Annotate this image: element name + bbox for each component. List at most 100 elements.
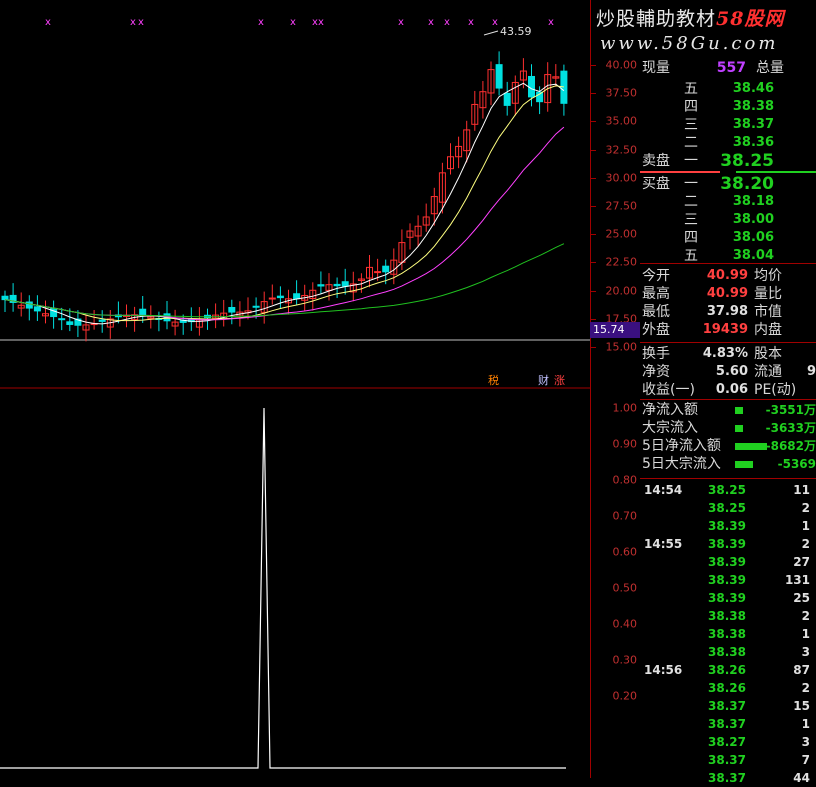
candle-body [1,295,9,301]
indicator-tick-label: 0.80 [612,473,638,487]
bid-price: 38.20 [720,174,774,194]
candle-body [98,319,106,322]
signal-marker: x [398,17,404,28]
candle-body [374,271,382,274]
stat-label: 最低 [642,304,670,320]
ask-row: 卖盘一 38.25 [640,152,816,170]
trade-volume: 15 [793,699,810,713]
price-tick-mark [591,318,596,320]
trade-time: 14:55 [644,537,683,551]
signal-marker: x [258,17,264,28]
bid-price: 38.00 [732,212,774,227]
flow-row: 大宗流入 -3633万 [640,419,816,437]
trade-volume: 131 [784,573,810,587]
price-tick-label: 27.50 [605,199,638,213]
trade-row: 38.37 7 [640,751,816,769]
flow-value: -3551万 [765,403,816,417]
candle-body [293,293,301,300]
ma-line-ma5 [4,82,565,325]
candle-body [503,92,511,106]
fund-row: 净资 5.60 流通 9 [640,363,816,381]
trade-price: 38.38 [708,609,746,623]
trade-price: 38.26 [708,681,746,695]
signal-marker: x [428,17,434,28]
signal-marker: x [492,17,498,28]
fund-label-2: 流通 [754,364,782,380]
stat-row: 外盘 19439 内盘 [640,321,816,339]
signal-marker: x [290,17,296,28]
trade-volume: 2 [801,681,810,695]
price-tick-label: 35.00 [605,114,638,128]
trade-row: 14:56 38.26 87 [640,661,816,679]
current-volume-value: 557 [716,60,746,76]
indicator-tick-label: 0.50 [612,581,638,595]
price-tick-mark [591,93,596,95]
watermark-title: 炒股輔助教材58股网 [596,8,785,30]
candle-body [66,321,74,325]
trade-volume: 1 [801,717,810,731]
flow-value: -3633万 [765,421,816,435]
price-tick-mark [591,121,596,123]
quote-sep [640,342,816,343]
stat-label-2: 市值 [754,304,782,320]
quote-panel: 现量 557 总量五 38.46 四 38.38 三 38.37 二 38.36 卖盘一 38.25 买… [640,58,816,785]
trade-price: 38.39 [708,591,746,605]
quote-mid-line-right [736,171,816,173]
bid-level: 一 [684,176,698,192]
price-tick-mark [591,206,596,207]
watermark-logo: 炒股輔助教材58股网 www.58Gu.com [590,0,816,58]
trade-time: 14:56 [644,663,683,677]
trade-row: 38.39 27 [640,553,816,571]
candle-body [333,283,341,287]
flow-bar [735,461,753,468]
indicator-tick-label: 1.00 [612,401,638,415]
ask-row: 五 38.46 [640,80,816,98]
flow-value: -5369 [777,457,816,471]
trade-volume: 2 [801,537,810,551]
trade-price: 38.25 [708,483,746,497]
signal-marker: x [318,17,324,28]
fund-row: 收益(一) 0.06 PE(动) [640,381,816,399]
ma-line-ma20 [4,126,565,321]
trade-row: 38.38 1 [640,625,816,643]
stock-chart[interactable]: x x x x x x x x x x x x x43.59税财涨 [0,0,590,778]
signal-marker: x [444,17,450,28]
bid-row: 二 38.18 [640,193,816,211]
trade-row: 14:54 38.25 11 [640,481,816,499]
price-tick-label: 40.00 [605,58,638,72]
fund-label: 净资 [642,364,670,380]
trade-price: 38.39 [708,573,746,587]
price-tick-mark [591,149,596,151]
quote-sep [640,263,816,264]
bid-row: 四 38.06 [640,229,816,247]
stat-label: 今开 [642,268,670,284]
ask-price: 38.37 [732,117,774,132]
bid-row: 买盘一 38.20 [640,175,816,193]
flow-row: 5日净流入额 -8682万 [640,437,816,455]
ask-label: 卖盘 [642,153,670,169]
signal-marker: x [130,17,136,28]
trade-volume: 87 [793,663,810,677]
ask-row: 三 38.37 [640,116,816,134]
signal-marker: x [468,17,474,28]
price-tick-mark [591,290,596,292]
trade-price: 38.37 [708,717,746,731]
watermark-url: www.58Gu.com [600,33,779,54]
flow-row: 净流入额 -3551万 [640,401,816,419]
ask-level: 二 [684,135,698,151]
trade-row: 14:55 38.39 2 [640,535,816,553]
candle-body [528,75,535,98]
trade-price: 38.39 [708,537,746,551]
candle-body [58,318,66,321]
indicator-line [0,407,566,769]
ask-price: 38.46 [732,81,774,96]
signal-marker: x [45,17,51,28]
trade-row: 38.37 15 [640,697,816,715]
indicator-tick-label: 0.40 [612,617,638,631]
candle-body [560,70,568,104]
trade-time: 14:54 [644,483,683,497]
price-tick-label: 22.50 [605,255,638,269]
ma-line-ma10 [4,85,564,322]
stat-value: 37.98 [706,304,748,319]
candle-body [50,307,58,318]
